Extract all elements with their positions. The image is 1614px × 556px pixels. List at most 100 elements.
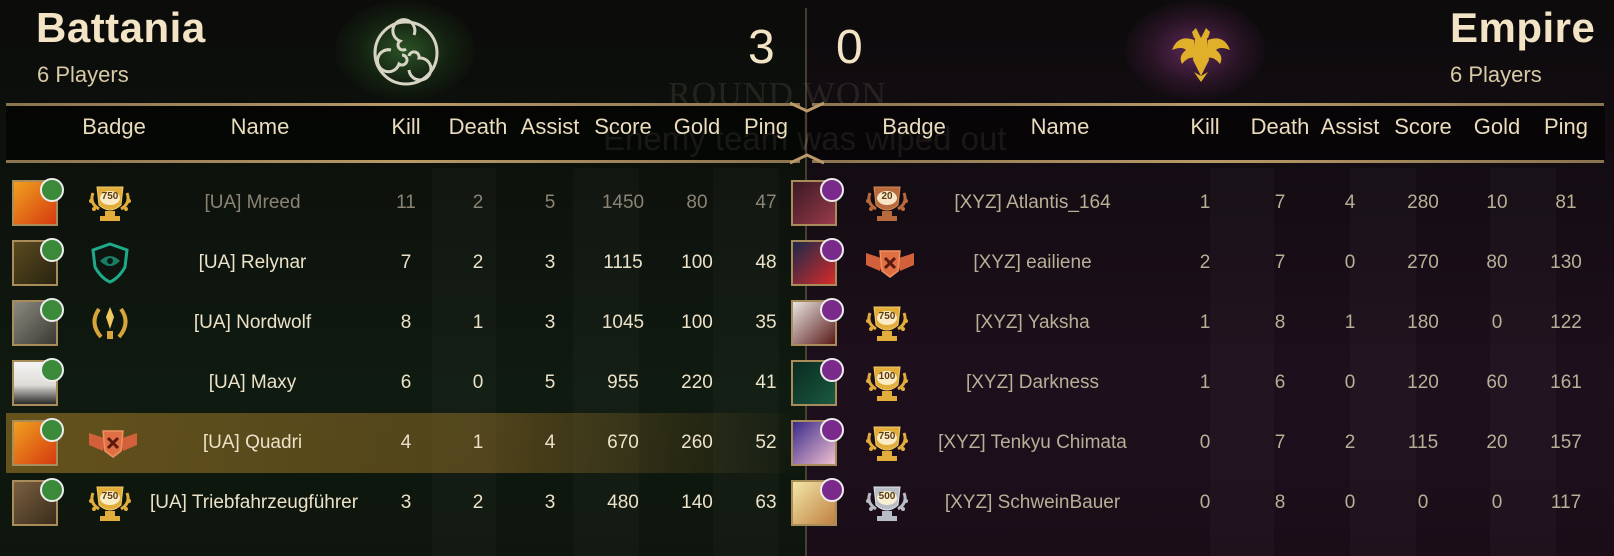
player-gold: 20	[1486, 432, 1508, 453]
header-name[interactable]: Name	[210, 114, 310, 140]
triskelion-icon	[371, 18, 441, 88]
player-kill: 8	[400, 312, 412, 333]
player-death: 2	[472, 192, 484, 213]
player-assist: 0	[1344, 492, 1356, 513]
header-gold[interactable]: Gold	[666, 114, 728, 140]
player-ping: 157	[1550, 432, 1582, 453]
player-gold: 0	[1491, 492, 1503, 513]
player-name[interactable]: [UA] Quadri	[150, 413, 355, 473]
left-team-player-count: 6 Players	[37, 62, 129, 87]
banner-badge-icon	[85, 421, 141, 470]
player-name[interactable]: [UA] Relynar	[150, 233, 355, 293]
player-ping: 48	[755, 252, 777, 273]
player-score: 1045	[601, 312, 645, 333]
header-assist[interactable]: Assist	[516, 114, 584, 140]
badge-level-label: 20	[881, 191, 893, 202]
header-death[interactable]: Death	[1242, 114, 1318, 140]
shield-badge-icon	[85, 241, 135, 290]
player-gold: 0	[1491, 312, 1503, 333]
team-class-icon	[820, 358, 844, 382]
player-score: 280	[1407, 192, 1439, 213]
badge-level-label: 100	[878, 371, 896, 382]
header-bottom-line	[6, 160, 800, 163]
header-kill[interactable]: Kill	[376, 114, 436, 140]
trophy-silver-500-icon	[862, 481, 912, 530]
player-kill: 1	[1199, 192, 1211, 213]
player-gold: 80	[686, 192, 708, 213]
badge-level-label: 750	[878, 311, 896, 322]
player-score: 480	[607, 492, 639, 513]
player-name[interactable]: [XYZ] Darkness	[910, 353, 1155, 413]
player-kill: 0	[1199, 432, 1211, 453]
header-badge[interactable]: Badge	[82, 114, 146, 140]
badge-level-label: 750	[101, 491, 119, 502]
player-assist: 3	[544, 492, 556, 513]
team-class-icon	[820, 478, 844, 502]
trophy-750-icon	[85, 181, 135, 230]
player-kill: 1	[1199, 372, 1211, 393]
team-class-icon	[40, 358, 64, 382]
player-score: 270	[1407, 252, 1439, 273]
header-ping[interactable]: Ping	[1536, 114, 1596, 140]
badge-level-label: 500	[878, 491, 896, 502]
player-assist: 3	[544, 312, 556, 333]
player-name[interactable]: [XYZ] SchweinBauer	[910, 473, 1155, 533]
team-class-icon	[820, 238, 844, 262]
player-death: 8	[1274, 492, 1286, 513]
header-ping[interactable]: Ping	[736, 114, 796, 140]
player-assist: 0	[1344, 252, 1356, 273]
double-headed-eagle-icon	[1168, 20, 1234, 86]
player-assist: 2	[1344, 432, 1356, 453]
player-ping: 52	[755, 432, 777, 453]
player-death: 7	[1274, 192, 1286, 213]
right-team-name: Empire	[1450, 4, 1596, 51]
player-death: 2	[472, 492, 484, 513]
player-ping: 81	[1555, 192, 1577, 213]
team-class-icon	[40, 298, 64, 322]
player-ping: 161	[1550, 372, 1582, 393]
player-kill: 2	[1199, 252, 1211, 273]
player-name[interactable]: [UA] Mreed	[150, 173, 355, 233]
player-score: 180	[1407, 312, 1439, 333]
header-assist[interactable]: Assist	[1316, 114, 1384, 140]
laurel-badge-icon	[85, 301, 135, 350]
player-ping: 47	[755, 192, 777, 213]
player-gold: 100	[681, 252, 713, 273]
header-badge[interactable]: Badge	[882, 114, 946, 140]
header-score[interactable]: Score	[587, 114, 659, 140]
header-name[interactable]: Name	[1010, 114, 1110, 140]
header-kill[interactable]: Kill	[1175, 114, 1235, 140]
team-class-icon	[820, 178, 844, 202]
player-name[interactable]: [XYZ] eailiene	[910, 233, 1155, 293]
player-score: 115	[1407, 432, 1439, 453]
player-kill: 11	[396, 192, 416, 213]
header-score[interactable]: Score	[1387, 114, 1459, 140]
team-class-icon	[40, 238, 64, 262]
player-death: 7	[1274, 252, 1286, 273]
header-notch	[790, 101, 824, 113]
header-death[interactable]: Death	[440, 114, 516, 140]
player-death: 2	[472, 252, 484, 273]
player-death: 0	[472, 372, 484, 393]
player-death: 1	[472, 312, 484, 333]
player-name[interactable]: [XYZ] Tenkyu Chimata	[910, 413, 1155, 473]
player-kill: 3	[400, 492, 412, 513]
player-gold: 80	[1486, 252, 1508, 273]
player-name[interactable]: [XYZ] Yaksha	[910, 293, 1155, 353]
player-score: 1450	[601, 192, 645, 213]
badge-level-label: 750	[101, 191, 119, 202]
player-name[interactable]: [XYZ] Atlantis_164	[910, 173, 1155, 233]
player-name[interactable]: [UA] Nordwolf	[150, 293, 355, 353]
player-kill: 7	[400, 252, 412, 273]
trophy-750-icon	[862, 301, 912, 350]
player-assist: 1	[1344, 312, 1356, 333]
trophy-750-icon	[85, 481, 135, 530]
player-ping: 41	[755, 372, 777, 393]
player-name[interactable]: [UA] Triebfahrzeugführer	[150, 473, 358, 533]
player-score: 0	[1417, 492, 1429, 513]
team-class-icon	[40, 478, 64, 502]
header-gold[interactable]: Gold	[1466, 114, 1528, 140]
player-gold: 140	[681, 492, 713, 513]
player-name[interactable]: [UA] Maxy	[150, 353, 355, 413]
player-ping: 130	[1550, 252, 1582, 273]
